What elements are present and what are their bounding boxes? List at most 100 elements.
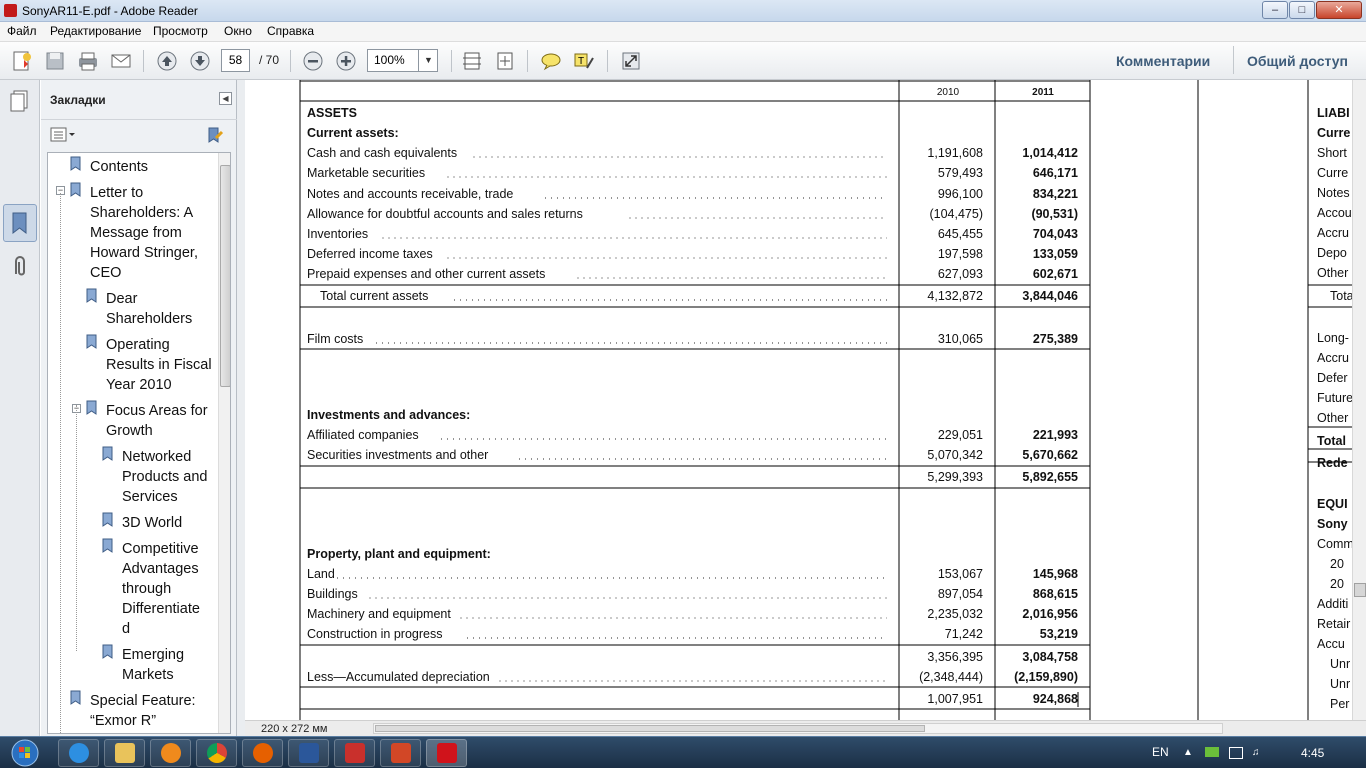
menu-file[interactable]: Файл bbox=[7, 24, 37, 38]
row-label: Securities investments and other bbox=[307, 448, 488, 462]
value-2010: 1,191,608 bbox=[927, 146, 983, 160]
bookmark-item[interactable]: Competitive Advantages through Differentiat… bbox=[122, 539, 200, 639]
previous-page-button[interactable] bbox=[154, 48, 180, 74]
taskbar-adobe-reader[interactable] bbox=[426, 739, 467, 767]
menu-view[interactable]: Просмотр bbox=[153, 24, 208, 38]
liabilities-row-label: Tota bbox=[1330, 289, 1352, 303]
menu-help[interactable]: Справка bbox=[267, 24, 314, 38]
pages-icon[interactable] bbox=[7, 88, 33, 114]
bookmark-item[interactable]: Focus Areas for Growth bbox=[106, 401, 208, 441]
arrow-down-icon bbox=[190, 51, 210, 71]
liabilities-row-label: Accu bbox=[1317, 637, 1345, 651]
bookmark-item[interactable]: 3D World bbox=[122, 513, 182, 533]
folder-icon bbox=[114, 743, 135, 763]
language-indicator[interactable]: EN bbox=[1152, 745, 1169, 759]
expand-button[interactable] bbox=[618, 48, 644, 74]
menu-window[interactable]: Окно bbox=[224, 24, 252, 38]
bookmark-item[interactable]: Letter to Shareholders: A Message from Howa… bbox=[90, 183, 198, 283]
bookmark-label-line: Message from bbox=[90, 225, 182, 241]
bookmark-item[interactable]: Special Feature: “Exmor R” bbox=[90, 691, 196, 731]
bookmark-item[interactable]: Networked Products and Services bbox=[122, 447, 207, 507]
taskbar-presentation[interactable] bbox=[380, 739, 421, 767]
bookmarks-scroll-thumb[interactable] bbox=[220, 165, 230, 387]
row-label: Cash and cash equivalents bbox=[307, 146, 457, 160]
bookmark-icon bbox=[70, 182, 81, 197]
maximize-button[interactable]: □ bbox=[1289, 1, 1315, 19]
value-2010: 2,235,032 bbox=[927, 607, 983, 621]
taskbar-chrome[interactable] bbox=[196, 739, 237, 767]
value-2011: 3,084,758 bbox=[1022, 650, 1078, 664]
new-bookmark-icon[interactable] bbox=[206, 126, 224, 144]
tray-expand-icon[interactable]: ▲ bbox=[1183, 747, 1197, 759]
horizontal-scroll-thumb[interactable] bbox=[375, 725, 925, 732]
panel-splitter[interactable] bbox=[237, 80, 245, 736]
liabilities-row-label: Unr bbox=[1330, 677, 1350, 691]
chevron-down-icon[interactable]: ▼ bbox=[418, 50, 438, 71]
row-label: Land bbox=[307, 567, 335, 581]
value-2010: (104,475) bbox=[929, 207, 983, 221]
toolbar-separator bbox=[290, 50, 291, 72]
value-2011: 133,059 bbox=[1033, 247, 1078, 261]
bookmark-item[interactable]: Emerging Markets bbox=[122, 645, 184, 685]
volume-icon[interactable]: ♫ bbox=[1252, 747, 1266, 759]
value-2011: 2,016,956 bbox=[1022, 607, 1078, 621]
zoom-in-button[interactable] bbox=[333, 48, 359, 74]
taskbar-word[interactable] bbox=[288, 739, 329, 767]
bookmark-label-line: Growth bbox=[106, 423, 153, 439]
horizontal-scrollbar[interactable] bbox=[373, 723, 1223, 734]
next-page-button[interactable] bbox=[187, 48, 213, 74]
fit-width-button[interactable] bbox=[459, 48, 485, 74]
document-view: 2010 2011 ASSETS Current assets: Cash and ca… bbox=[245, 80, 1352, 720]
network-tray-icon[interactable] bbox=[1205, 747, 1219, 757]
comments-panel-button[interactable]: Комментарии bbox=[1116, 53, 1210, 69]
value-2010: 645,455 bbox=[938, 227, 983, 241]
taskbar-ie[interactable] bbox=[58, 739, 99, 767]
row-label: Notes and accounts receivable, trade bbox=[307, 187, 513, 201]
liabilities-row-label: Retair bbox=[1317, 617, 1350, 631]
comment-button[interactable] bbox=[538, 48, 564, 74]
liabilities-row-label: Accru bbox=[1317, 351, 1349, 365]
collapse-panel-button[interactable]: ◀ bbox=[219, 92, 232, 105]
print-button[interactable] bbox=[75, 48, 101, 74]
value-2011: 1,014,412 bbox=[1022, 146, 1078, 160]
bookmark-label-line: CEO bbox=[90, 265, 122, 281]
value-2011: 3,844,046 bbox=[1022, 289, 1078, 303]
bookmark-icon bbox=[102, 538, 113, 553]
balance-sheet-page: 2010 2011 ASSETS Current assets: Cash and ca… bbox=[299, 80, 1352, 720]
taskbar-media-player[interactable] bbox=[150, 739, 191, 767]
fit-width-icon bbox=[463, 52, 481, 70]
zoom-select[interactable]: 100% ▼ bbox=[367, 49, 438, 72]
highlight-button[interactable]: T bbox=[571, 48, 597, 74]
tree-guide-line bbox=[76, 405, 77, 651]
taskbar-firefox[interactable] bbox=[242, 739, 283, 767]
email-button[interactable] bbox=[108, 48, 134, 74]
menu-edit[interactable]: Редактирование bbox=[50, 24, 141, 38]
share-panel-button[interactable]: Общий доступ bbox=[1247, 53, 1348, 69]
bookmark-item[interactable]: Dear Shareholders bbox=[106, 289, 192, 329]
row-label: Inventories bbox=[307, 227, 368, 241]
arrow-up-icon bbox=[157, 51, 177, 71]
close-button[interactable]: ✕ bbox=[1316, 1, 1362, 19]
liabilities-row-label: Other bbox=[1317, 411, 1348, 425]
bookmarks-scrollbar[interactable] bbox=[218, 153, 230, 733]
monitor-tray-icon[interactable] bbox=[1229, 747, 1243, 759]
vertical-scroll-thumb[interactable] bbox=[1354, 583, 1366, 597]
fit-page-button[interactable] bbox=[492, 48, 518, 74]
taskbar-book-app[interactable] bbox=[334, 739, 375, 767]
bookmark-icon[interactable] bbox=[7, 210, 33, 236]
page-number-input[interactable]: 58 bbox=[221, 49, 250, 72]
bookmark-label-line: Shareholders bbox=[106, 311, 193, 327]
minimize-button[interactable]: – bbox=[1262, 1, 1288, 19]
bookmark-item[interactable]: Operating Results in Fiscal Year 2010 bbox=[106, 335, 212, 395]
row-label: Allowance for doubtful accounts and sale… bbox=[307, 207, 583, 221]
create-pdf-button[interactable] bbox=[9, 48, 35, 74]
toolbar-separator bbox=[451, 50, 452, 72]
zoom-out-button[interactable] bbox=[300, 48, 326, 74]
vertical-scrollbar[interactable] bbox=[1352, 80, 1366, 720]
taskbar-explorer[interactable] bbox=[104, 739, 145, 767]
bookmark-item[interactable]: Contents bbox=[90, 157, 148, 177]
save-button[interactable] bbox=[42, 48, 68, 74]
start-button[interactable] bbox=[6, 737, 44, 769]
options-menu-icon[interactable] bbox=[50, 127, 76, 143]
paperclip-icon[interactable] bbox=[7, 254, 33, 280]
